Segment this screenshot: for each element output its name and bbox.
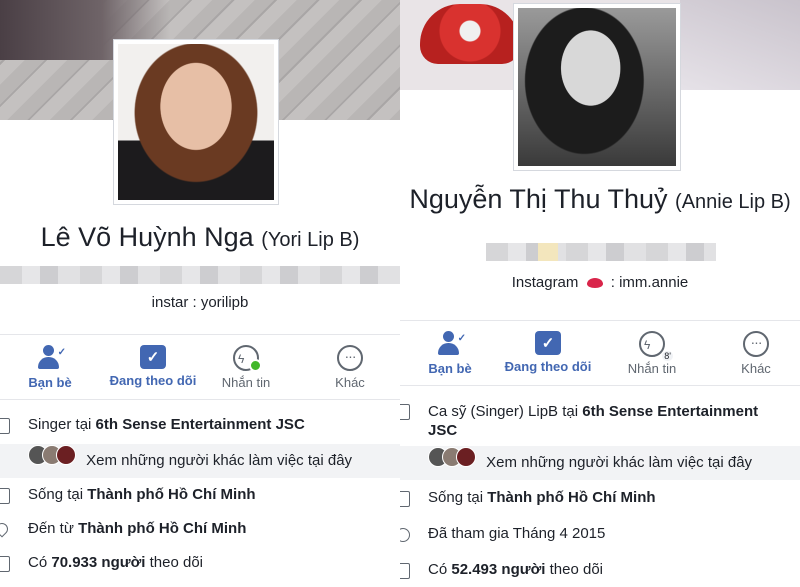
lives-row[interactable]: Sống tại Thành phố Hồ Chí Minh <box>0 478 400 512</box>
followers-count: 70.933 người <box>51 554 146 571</box>
nickname: (Yori Lip B) <box>261 229 360 251</box>
coworkers-text: Xem những người khác làm việc tại đây <box>86 452 353 469</box>
location-pin-icon <box>0 520 11 538</box>
lives-prefix: Sống tại <box>428 489 484 506</box>
lives-prefix: Sống tại <box>28 486 84 503</box>
more-icon: ··· <box>337 345 363 371</box>
following-icon: ✓ <box>535 331 561 355</box>
profile-panel-left: Lê Võ Huỳnh Nga (Yori Lip B) instar : yo… <box>0 0 400 587</box>
work-row[interactable]: Singer tại 6th Sense Entertainment JSC <box>0 416 400 444</box>
work-row[interactable]: Ca sỹ (Singer) LipB tại 6th Sense Entert… <box>400 402 800 446</box>
followers-row[interactable]: Có 52.493 người theo dõi <box>400 552 800 587</box>
following-icon: ✓ <box>140 345 166 369</box>
messenger-icon: ϟ 8' <box>639 331 673 361</box>
button-label: Khác <box>335 375 365 390</box>
message-button[interactable]: ϟ 8' Nhắn tin <box>602 331 702 376</box>
from-place[interactable]: Thành phố Hồ Chí Minh <box>78 520 246 537</box>
work-prefix: Ca sỹ (Singer) LipB tại <box>428 403 579 420</box>
friends-icon: ✓ <box>436 331 466 357</box>
followers-count: 52.493 người <box>451 561 546 578</box>
lives-place[interactable]: Thành phố Hồ Chí Minh <box>87 486 255 503</box>
profile-picture[interactable] <box>114 40 278 204</box>
followers-prefix: Có <box>28 554 48 571</box>
button-label: Nhắn tin <box>221 375 271 390</box>
friends-button[interactable]: ✓ Bạn bè <box>0 345 100 390</box>
followers-icon <box>400 563 410 579</box>
profile-name: Lê Võ Huỳnh Nga (Yori Lip B) <box>0 222 400 253</box>
followers-suffix: theo dõi <box>549 561 603 578</box>
full-name: Nguyễn Thị Thu Thuỷ <box>409 184 668 214</box>
from-prefix: Đến từ <box>28 520 74 537</box>
bio-prefix: Instagram <box>511 274 579 291</box>
more-icon: ··· <box>743 331 769 357</box>
followers-suffix: theo dõi <box>149 554 203 571</box>
full-name: Lê Võ Huỳnh Nga <box>40 222 254 252</box>
coworkers-row[interactable]: Xem những người khác làm việc tại đây <box>400 446 800 480</box>
action-bar: ✓ Bạn bè ✓ Đang theo dõi ϟ 8' Nhắn tin ··… <box>400 320 800 386</box>
intro-list: Singer tại 6th Sense Entertainment JSC X… <box>0 416 400 580</box>
coworkers-text: Xem những người khác làm việc tại đây <box>486 454 753 471</box>
briefcase-icon <box>0 418 10 434</box>
button-label: Bạn bè <box>28 375 72 390</box>
clock-icon <box>400 528 410 542</box>
bio-text: Instagram : imm.annie <box>400 274 800 291</box>
coworker-avatars <box>428 446 476 480</box>
profile-panel-right: Nguyễn Thị Thu Thuỷ (Annie Lip B) Instag… <box>400 0 800 587</box>
coworkers-row[interactable]: Xem những người khác làm việc tại đây <box>0 444 400 478</box>
following-button[interactable]: ✓ Đang theo dõi <box>93 345 213 388</box>
active-time-badge: 8' <box>662 351 673 361</box>
button-label: Đang theo dõi <box>504 359 592 374</box>
bio-text: instar : yorilipb <box>151 294 249 311</box>
followers-row[interactable]: Có 70.933 người theo dõi <box>0 546 400 580</box>
profile-picture[interactable] <box>514 4 680 170</box>
home-icon <box>400 491 410 507</box>
nickname: (Annie Lip B) <box>675 191 791 213</box>
button-label: Nhắn tin <box>627 361 677 376</box>
from-row[interactable]: Đến từ Thành phố Hồ Chí Minh <box>0 512 400 546</box>
action-bar: ✓ Bạn bè ✓ Đang theo dõi ϟ Nhắn tin ··· … <box>0 334 400 400</box>
joined-row: Đã tham gia Tháng 4 2015 <box>400 516 800 552</box>
followers-prefix: Có <box>428 561 448 578</box>
messenger-icon: ϟ <box>233 345 262 372</box>
blurred-text <box>486 243 716 261</box>
joined-text: Đã tham gia Tháng 4 2015 <box>428 525 606 542</box>
telephone-image <box>420 4 520 64</box>
lips-emoji-icon <box>586 278 603 289</box>
work-place[interactable]: 6th Sense Entertainment JSC <box>96 416 305 433</box>
lives-place[interactable]: Thành phố Hồ Chí Minh <box>487 489 655 506</box>
friends-button[interactable]: ✓ Bạn bè <box>400 331 500 376</box>
message-button[interactable]: ϟ Nhắn tin <box>196 345 296 390</box>
following-button[interactable]: ✓ Đang theo dõi <box>488 331 608 374</box>
briefcase-icon <box>400 404 410 420</box>
more-button[interactable]: ··· Khác <box>706 331 800 376</box>
profile-name: Nguyễn Thị Thu Thuỷ (Annie Lip B) <box>400 184 800 215</box>
blurred-text <box>0 266 400 284</box>
coworker-avatars <box>28 444 76 478</box>
bio-handle: : imm.annie <box>610 274 689 291</box>
followers-icon <box>0 556 10 572</box>
online-dot <box>249 359 262 372</box>
intro-list: Ca sỹ (Singer) LipB tại 6th Sense Entert… <box>400 402 800 587</box>
button-label: Bạn bè <box>428 361 472 376</box>
button-label: Đang theo dõi <box>109 373 197 388</box>
home-icon <box>0 488 10 504</box>
lives-row[interactable]: Sống tại Thành phố Hồ Chí Minh <box>400 480 800 516</box>
more-button[interactable]: ··· Khác <box>300 345 400 390</box>
work-prefix: Singer tại <box>28 416 92 433</box>
button-label: Khác <box>741 361 771 376</box>
friends-icon: ✓ <box>36 345 66 371</box>
